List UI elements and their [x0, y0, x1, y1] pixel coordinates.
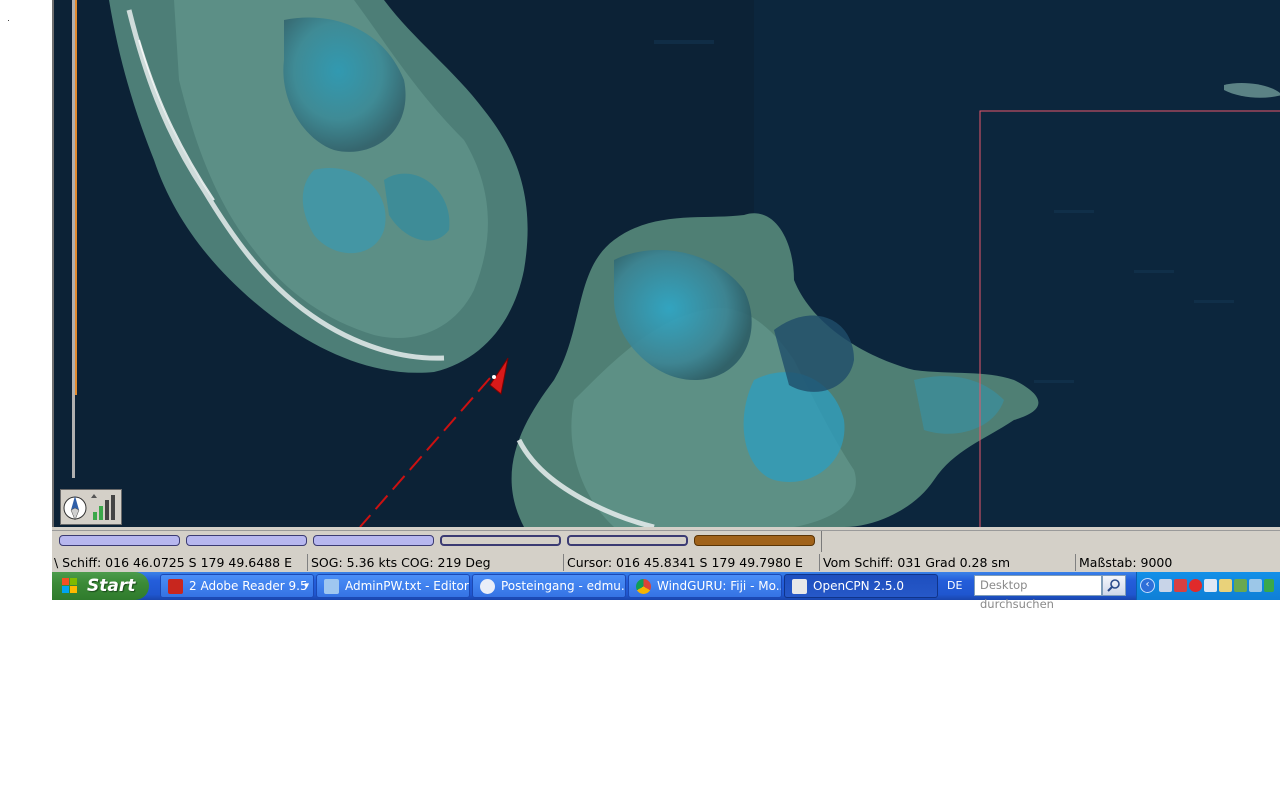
gps-signal-icon [91, 494, 115, 520]
pdf-icon [168, 579, 183, 594]
chart-piano-bar [52, 530, 1280, 552]
taskbar-button-mail[interactable]: Posteingang - edmu... [472, 574, 626, 598]
piano-key-selected[interactable] [694, 535, 815, 546]
windows-taskbar: Start 2 Adobe Reader 9.5 ▾ AdminPW.txt -… [52, 572, 1280, 611]
app-tray-icon[interactable] [1234, 579, 1247, 592]
windows-flag-icon [62, 578, 79, 594]
compass-widget[interactable] [60, 489, 122, 525]
extra-tray-icon[interactable] [1264, 579, 1274, 592]
taskbar-button-windguru[interactable]: WindGURU: Fiji - Mo... [628, 574, 782, 598]
tray-expand-icon[interactable]: ‹ [1140, 578, 1155, 593]
status-sog-cog: SOG: 5.36 kts COG: 219 Deg [308, 554, 564, 571]
status-bar: \ Schiff: 016 46.0725 S 179 49.6488 E SO… [52, 553, 1280, 572]
opencpn-window: \ Schiff: 016 46.0725 S 179 49.6488 E SO… [52, 0, 1280, 572]
status-from-ship: Vom Schiff: 031 Grad 0.28 sm [820, 554, 1076, 571]
compass-icon [63, 496, 87, 521]
taskbar-button-label: OpenCPN 2.5.0 [813, 579, 904, 593]
satellite-chart [54, 0, 1280, 527]
desktop-margin [0, 0, 52, 600]
opencpn-icon [792, 579, 807, 594]
notepad-icon [324, 579, 339, 594]
start-label: Start [87, 576, 136, 596]
taskbar-button-editor[interactable]: AdminPW.txt - Editor [316, 574, 470, 598]
search-icon [1107, 579, 1120, 592]
tools-icon[interactable] [1219, 579, 1232, 592]
taskbar-button-label: Posteingang - edmu... [501, 579, 626, 593]
piano-key[interactable] [567, 535, 688, 546]
system-tray: ‹ [1136, 572, 1280, 600]
antivirus-icon[interactable] [1189, 579, 1202, 592]
group-arrow-icon: ▾ [304, 581, 309, 591]
search-button[interactable] [1102, 575, 1126, 596]
taskbar-button-label: WindGURU: Fiji - Mo... [657, 579, 782, 593]
taskbar-button-adobe-reader[interactable]: 2 Adobe Reader 9.5 ▾ [160, 574, 314, 598]
taskbar-button-label: AdminPW.txt - Editor [345, 579, 469, 593]
piano-key[interactable] [440, 535, 561, 546]
piano-key[interactable] [313, 535, 434, 546]
mail-icon [480, 579, 495, 594]
taskbar-button-opencpn[interactable]: OpenCPN 2.5.0 [784, 574, 938, 598]
status-ship-position: \ Schiff: 016 46.0725 S 179 49.6488 E [52, 554, 308, 571]
security-icon[interactable] [1174, 579, 1187, 592]
piano-key[interactable] [59, 535, 180, 546]
piano-divider [821, 531, 822, 552]
status-cursor-position: Cursor: 016 45.8341 S 179 49.7980 E [564, 554, 820, 571]
start-button[interactable]: Start [52, 572, 149, 600]
status-scale: Maßstab: 9000 [1079, 555, 1173, 570]
chart-canvas[interactable] [52, 0, 1280, 527]
taskbar-button-label: 2 Adobe Reader 9.5 [189, 579, 308, 593]
desktop-search-input[interactable]: Desktop durchsuchen [974, 575, 1102, 611]
volume-icon[interactable] [1249, 579, 1262, 592]
piano-key[interactable] [186, 535, 307, 546]
language-indicator[interactable]: DE [947, 579, 962, 592]
desktop-dot [8, 20, 9, 21]
storage-icon[interactable] [1204, 579, 1217, 592]
left-quilt-bar-accent [75, 0, 77, 395]
network-icon[interactable] [1159, 579, 1172, 592]
chrome-icon [636, 579, 651, 594]
